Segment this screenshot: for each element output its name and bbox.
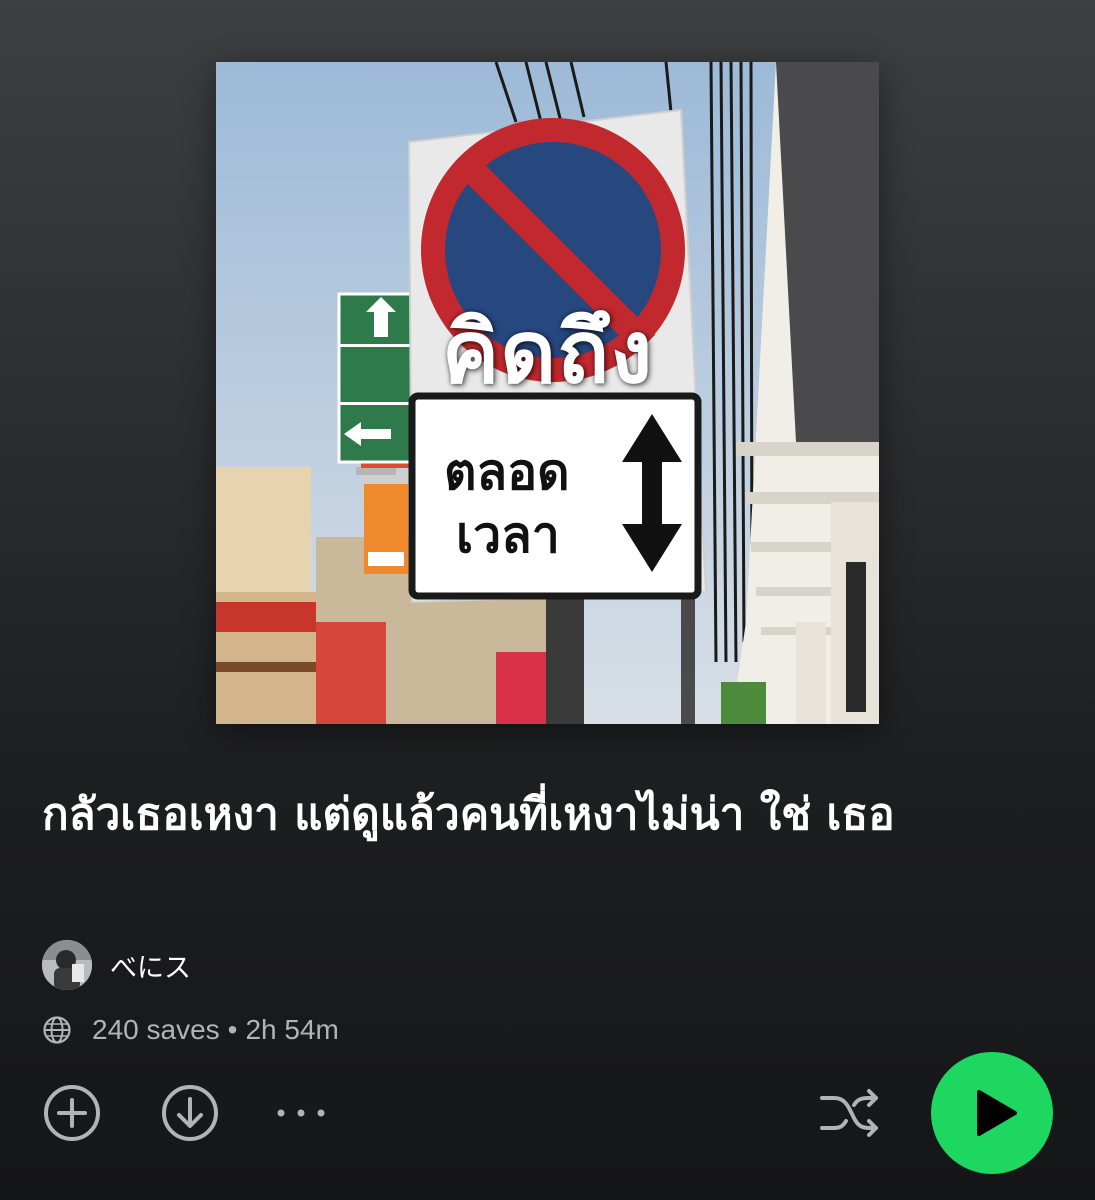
play-icon [977,1090,1017,1136]
playlist-owner[interactable]: べにス [42,940,191,990]
playlist-cover: ตลอด เวลา คิดถึง [216,62,879,724]
globe-icon [43,1016,71,1044]
meta-separator: • [227,1014,238,1045]
download-button[interactable] [160,1083,220,1143]
play-button[interactable] [931,1052,1053,1174]
saves-count: 240 saves [92,1014,220,1045]
download-circle-icon [162,1085,218,1141]
sign-text-line1: ตลอด [444,443,570,501]
playlist-meta: 240 saves • 2h 54m [42,1010,339,1050]
action-bar [0,1050,1095,1180]
owner-name[interactable]: べにス [110,946,191,985]
add-circle-icon [44,1085,100,1141]
shuffle-icon [820,1089,878,1137]
cover-caption: คิดถึง [441,303,654,403]
add-button[interactable] [42,1083,102,1143]
avatar[interactable] [42,940,92,990]
more-options-button[interactable] [273,1098,329,1128]
total-duration: 2h 54m [245,1014,339,1045]
more-horizontal-icon [277,1109,325,1117]
playlist-title: กลัวเธอเหงา แต่ดูแล้วคนที่เหงาไม่น่า ใช่… [42,789,895,840]
shuffle-button[interactable] [818,1084,882,1142]
sign-text-line2: เวลา [456,506,560,564]
